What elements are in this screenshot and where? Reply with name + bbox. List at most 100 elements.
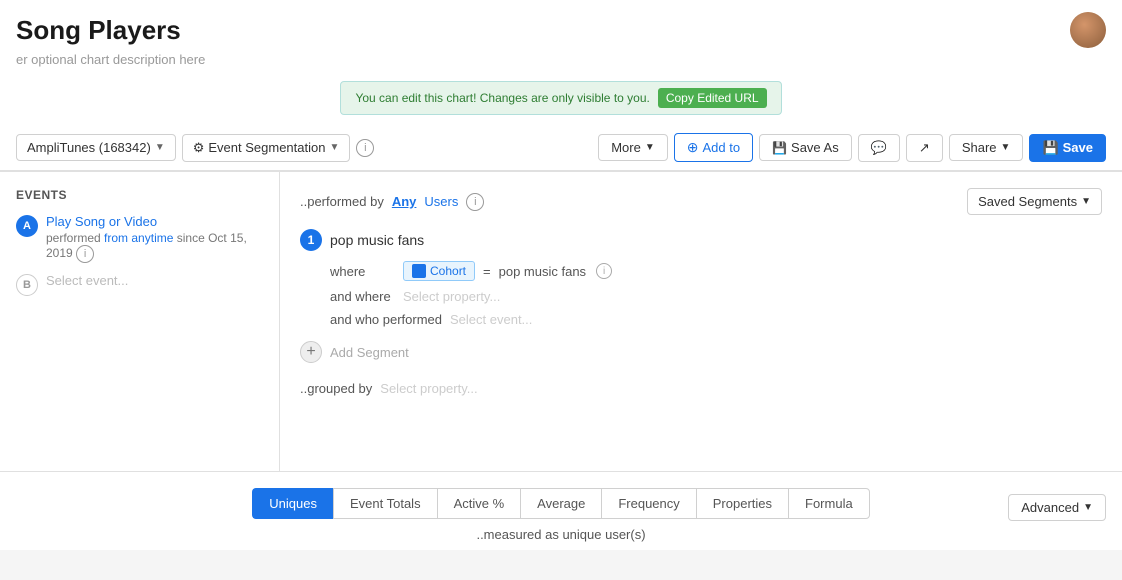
- grouped-by-label: ..grouped by: [300, 381, 372, 396]
- edit-banner-wrap: You can edit this chart! Changes are onl…: [16, 75, 1106, 125]
- app-selector-button[interactable]: AmpliTunes (168342) ▼: [16, 134, 176, 161]
- comment-button[interactable]: 💬: [858, 134, 900, 162]
- metric-tab-active-pct[interactable]: Active %: [437, 488, 521, 519]
- event-a-info-icon[interactable]: i: [76, 245, 94, 263]
- avatar-image: [1070, 12, 1106, 48]
- add-to-label: Add to: [702, 140, 740, 155]
- performed-by-label: ..performed by: [300, 194, 384, 209]
- select-event-inline[interactable]: Select event...: [450, 312, 532, 327]
- and-who-label: and who performed: [330, 312, 442, 327]
- advanced-button[interactable]: Advanced ▼: [1008, 494, 1106, 521]
- metric-tab-uniques[interactable]: Uniques: [252, 488, 333, 519]
- metric-tab-properties[interactable]: Properties: [696, 488, 788, 519]
- metric-tab-formula[interactable]: Formula: [788, 488, 870, 519]
- metric-tab-frequency[interactable]: Frequency: [601, 488, 695, 519]
- app-selector-caret: ▼: [155, 142, 165, 153]
- segment-panel: ..performed by Any Users i Saved Segment…: [280, 172, 1122, 471]
- segmentation-icon: ⚙: [193, 140, 205, 156]
- saved-segments-caret: ▼: [1081, 196, 1091, 207]
- metric-tab-average[interactable]: Average: [520, 488, 601, 519]
- cohort-info-icon[interactable]: i: [596, 263, 612, 279]
- segment-1-block: 1 pop music fans where Cohort = pop musi…: [300, 229, 1102, 327]
- advanced-label: Advanced: [1021, 500, 1079, 515]
- users-button[interactable]: Users: [424, 194, 458, 209]
- event-a-item: A Play Song or Video performed from anyt…: [16, 214, 263, 263]
- add-icon: ⊕: [687, 139, 699, 156]
- save-icon: 💾: [1042, 140, 1058, 156]
- equals-sign: =: [483, 264, 491, 279]
- metrics-bar: UniquesEvent TotalsActive %AverageFreque…: [0, 471, 1122, 550]
- share-button[interactable]: Share ▼: [949, 134, 1024, 161]
- saved-segments-label: Saved Segments: [978, 194, 1077, 209]
- cohort-value: pop music fans: [499, 264, 586, 279]
- toolbar: AmpliTunes (168342) ▼ ⚙ Event Segmentati…: [16, 125, 1106, 170]
- save-label: Save: [1063, 140, 1093, 155]
- event-segmentation-button[interactable]: ⚙ Event Segmentation ▼: [182, 134, 351, 162]
- segment-1-header: 1 pop music fans: [300, 229, 1102, 251]
- grouped-by-row: ..grouped by Select property...: [300, 381, 1102, 396]
- save-button[interactable]: 💾 Save: [1029, 134, 1106, 162]
- and-who-row: and who performed Select event...: [330, 312, 1102, 327]
- share-icon-button[interactable]: ↗: [906, 134, 943, 162]
- select-property[interactable]: Select property...: [403, 289, 500, 304]
- banner-message: You can edit this chart! Changes are onl…: [355, 91, 649, 105]
- event-b-badge: B: [16, 274, 38, 296]
- add-segment-row[interactable]: + Add Segment: [300, 341, 1102, 363]
- cohort-tag[interactable]: Cohort: [403, 261, 475, 281]
- share-caret: ▼: [1001, 142, 1011, 153]
- where-row: where Cohort = pop music fans i: [330, 261, 1102, 281]
- save-as-label: Save As: [791, 140, 839, 155]
- event-segmentation-caret: ▼: [329, 142, 339, 153]
- performed-label: performed: [46, 231, 101, 245]
- app-selector-label: AmpliTunes (168342): [27, 140, 151, 155]
- saved-segments-button[interactable]: Saved Segments ▼: [967, 188, 1102, 215]
- advanced-caret: ▼: [1083, 502, 1093, 513]
- measured-label: ..measured as unique user(s): [0, 527, 1122, 542]
- event-a-meta: performed from anytime since Oct 15, 201…: [46, 231, 263, 263]
- more-caret: ▼: [645, 142, 655, 153]
- segment-1-number: 1: [300, 229, 322, 251]
- grouped-by-select[interactable]: Select property...: [380, 381, 477, 396]
- and-where-row: and where Select property...: [330, 289, 1102, 304]
- more-label: More: [611, 140, 641, 155]
- share-label: Share: [962, 140, 997, 155]
- where-label: where: [330, 264, 395, 279]
- avatar[interactable]: [1070, 12, 1106, 48]
- title-row: Song Players: [16, 12, 1106, 48]
- toolbar-left: AmpliTunes (168342) ▼ ⚙ Event Segmentati…: [16, 134, 374, 162]
- metric-tab-event-totals[interactable]: Event Totals: [333, 488, 437, 519]
- event-a-badge: A: [16, 215, 38, 237]
- page-title: Song Players: [16, 15, 181, 46]
- and-where-label: and where: [330, 289, 395, 304]
- event-segmentation-label: Event Segmentation: [208, 140, 325, 155]
- share-arrow-icon: ↗: [919, 140, 930, 156]
- more-button[interactable]: More ▼: [598, 134, 668, 161]
- from-anytime-link[interactable]: from anytime: [104, 231, 173, 245]
- metrics-tabs-row: UniquesEvent TotalsActive %AverageFreque…: [0, 488, 1122, 527]
- top-header: Song Players er optional chart descripti…: [0, 0, 1122, 171]
- add-segment-circle[interactable]: +: [300, 341, 322, 363]
- metrics-tabs: UniquesEvent TotalsActive %AverageFreque…: [252, 488, 869, 519]
- events-panel-label: Events: [16, 188, 263, 202]
- toolbar-info-icon[interactable]: i: [356, 139, 374, 157]
- copy-url-button[interactable]: Copy Edited URL: [658, 88, 767, 108]
- segment-1-name: pop music fans: [330, 232, 424, 248]
- save-as-button[interactable]: 💾 Save As: [759, 134, 852, 161]
- event-a-details: Play Song or Video performed from anytim…: [46, 214, 263, 263]
- add-to-button[interactable]: ⊕ Add to: [674, 133, 753, 162]
- cohort-label: Cohort: [430, 264, 466, 278]
- edit-banner: You can edit this chart! Changes are onl…: [340, 81, 781, 115]
- main-content: Events A Play Song or Video performed fr…: [0, 171, 1122, 471]
- cohort-icon: [412, 264, 426, 278]
- event-b-select[interactable]: Select event...: [46, 273, 128, 288]
- any-button[interactable]: Any: [392, 194, 417, 209]
- event-a-link[interactable]: Play Song or Video: [46, 214, 263, 229]
- comment-icon: 💬: [871, 140, 887, 156]
- event-b-item: B Select event...: [16, 273, 263, 296]
- page-subtitle: er optional chart description here: [16, 52, 1106, 67]
- performed-by-row: ..performed by Any Users i Saved Segment…: [300, 188, 1102, 215]
- events-panel: Events A Play Song or Video performed fr…: [0, 172, 280, 471]
- add-segment-label: Add Segment: [330, 345, 409, 360]
- segment-info-icon[interactable]: i: [466, 193, 484, 211]
- toolbar-right: More ▼ ⊕ Add to 💾 Save As 💬 ↗ Share ▼: [598, 133, 1106, 162]
